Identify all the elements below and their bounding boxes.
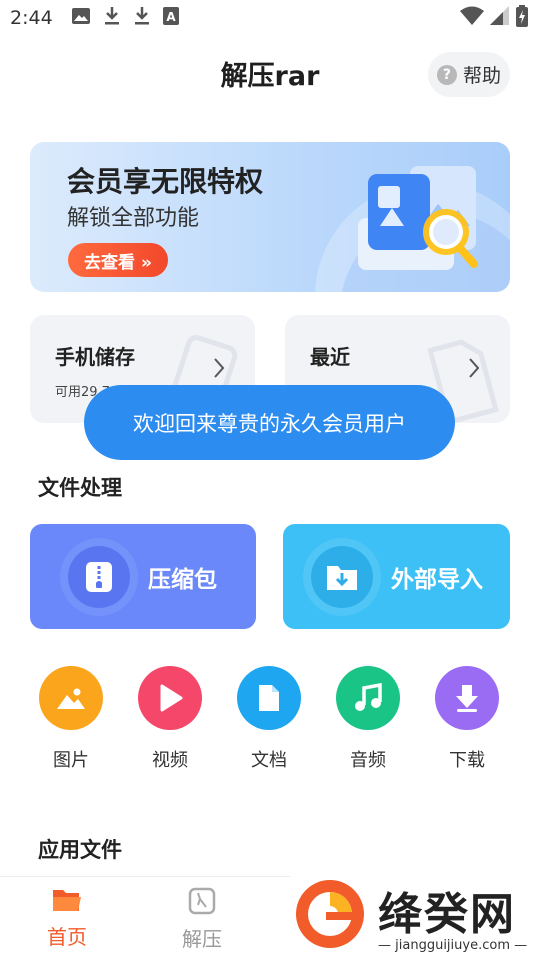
text-a-icon: A <box>162 7 179 29</box>
home-screen: 2:44 A 解压rar ? 帮助 会员享无限特权 解锁全部功能 去查看 » 手… <box>0 0 540 960</box>
play-icon <box>138 666 202 730</box>
watermark-brand: 绛癸网 <box>378 889 516 940</box>
status-right <box>460 5 528 31</box>
image-icon <box>39 666 103 730</box>
category-label: 文档 <box>251 750 287 771</box>
import-label: 外部导入 <box>391 567 483 593</box>
help-button[interactable]: ? 帮助 <box>428 52 510 97</box>
category-downloads[interactable]: 下载 <box>427 666 507 772</box>
card-title: 最近 <box>310 345 350 369</box>
help-label: 帮助 <box>462 65 501 87</box>
unzip-icon <box>188 887 216 919</box>
status-bar: 2:44 A <box>0 0 540 36</box>
banner-subtitle: 解锁全部功能 <box>67 206 200 231</box>
nav-unzip[interactable]: 解压 <box>152 887 252 952</box>
nav-home[interactable]: 首页 <box>17 887 117 950</box>
signal-icon <box>490 6 510 30</box>
view-button[interactable]: 去查看 » <box>68 243 168 277</box>
vip-banner[interactable]: 会员享无限特权 解锁全部功能 去查看 » <box>30 142 510 292</box>
category-label: 音频 <box>350 750 386 771</box>
category-images[interactable]: 图片 <box>31 666 111 772</box>
zip-icon <box>68 546 130 608</box>
category-documents[interactable]: 文档 <box>229 666 309 772</box>
chevron-right-icon <box>468 357 480 383</box>
category-label: 图片 <box>53 750 89 771</box>
section-title: 文件处理 <box>38 476 122 500</box>
welcome-toast: 欢迎回来尊贵的永久会员用户 <box>84 385 455 460</box>
category-videos[interactable]: 视频 <box>130 666 210 772</box>
compress-button[interactable]: 压缩包 <box>30 524 256 629</box>
category-audio[interactable]: 音频 <box>328 666 408 772</box>
image-icon <box>71 7 91 29</box>
music-icon <box>336 666 400 730</box>
nav-label: 解压 <box>182 927 222 951</box>
category-label: 视频 <box>152 750 188 771</box>
banner-title: 会员享无限特权 <box>67 165 264 198</box>
category-label: 下载 <box>449 750 485 771</box>
battery-icon <box>516 5 528 31</box>
nav-label: 首页 <box>47 925 87 949</box>
status-time: 2:44 <box>10 7 53 29</box>
import-button[interactable]: 外部导入 <box>283 524 510 629</box>
svg-text:A: A <box>166 10 176 24</box>
wifi-icon <box>460 6 484 30</box>
files-search-illustration-icon <box>350 156 500 285</box>
folder-icon <box>51 890 83 917</box>
question-circle-icon: ? <box>436 64 457 85</box>
download-icon <box>435 666 499 730</box>
watermark-url: — jiangguijiuye.com — <box>378 938 528 953</box>
document-icon <box>237 666 301 730</box>
download-icon <box>103 6 121 30</box>
card-title: 手机储存 <box>55 345 135 369</box>
import-folder-icon <box>311 546 373 608</box>
chevron-right-icon <box>213 357 225 383</box>
site-watermark: 绛癸网 — jiangguijiuye.com — <box>290 876 540 960</box>
download-icon <box>133 6 151 30</box>
watermark-url-text: jiangguijiuye.com <box>395 938 510 953</box>
section-title: 应用文件 <box>38 838 122 862</box>
compress-label: 压缩包 <box>148 567 217 593</box>
